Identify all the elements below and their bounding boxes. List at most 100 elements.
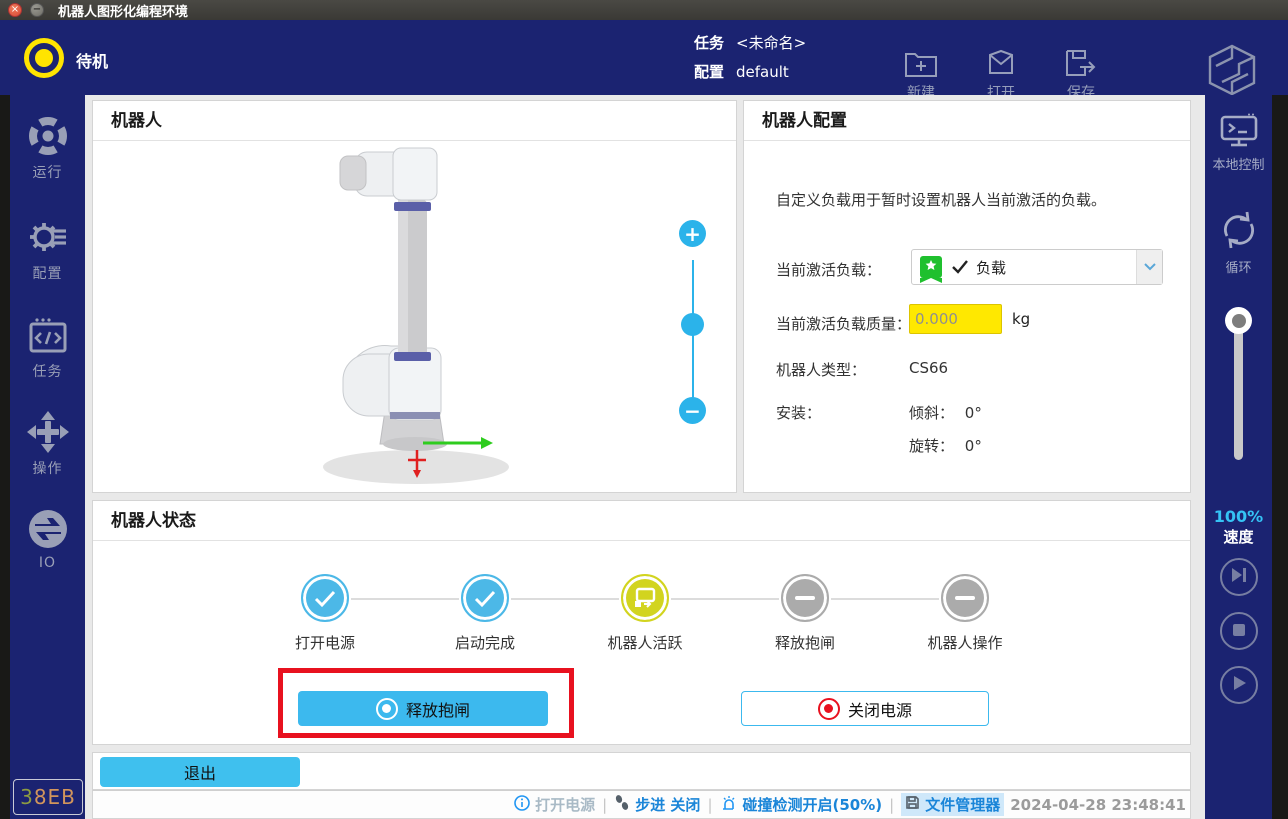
release-brake-button[interactable]: 释放抱闸: [298, 691, 548, 726]
step-forward-button[interactable]: [1220, 558, 1258, 596]
step-minus-icon: [781, 574, 829, 622]
speed-slider-handle[interactable]: [1225, 307, 1252, 334]
step-label: 机器人活跃: [585, 632, 705, 653]
power-status-label: 打开电源: [535, 794, 595, 815]
badge-part2: 8EB: [34, 785, 76, 809]
header-bar: 待机 任务 <未命名> 配置 default 新建: [0, 20, 1288, 95]
sidebar-item-run[interactable]: 运行: [10, 115, 85, 182]
power-off-label: 关闭电源: [848, 697, 912, 721]
play-button[interactable]: [1220, 666, 1258, 704]
loop-label: 循环: [1205, 257, 1272, 276]
active-payload-label: 当前激活负载：: [776, 259, 881, 280]
zoom-out-button[interactable]: −: [679, 397, 706, 424]
loop-cycle-icon: [1205, 208, 1272, 252]
check-icon: [952, 258, 968, 277]
power-off-button[interactable]: 关闭电源: [741, 691, 989, 726]
save-task-button[interactable]: 保存: [1048, 48, 1114, 102]
power-status-item[interactable]: 打开电源: [514, 794, 595, 815]
config-panel-title: 机器人配置: [744, 101, 1190, 141]
step-mode-item[interactable]: 步进 关闭: [614, 794, 700, 815]
open-task-button[interactable]: 打开: [968, 48, 1034, 102]
new-folder-plus-icon: [888, 48, 954, 78]
skip-next-icon: [1230, 567, 1248, 587]
sidebar-config-label: 配置: [10, 263, 85, 283]
file-manager-item[interactable]: 文件管理器: [901, 793, 1004, 816]
config-gear-icon: [10, 216, 85, 258]
config-value: default: [736, 59, 789, 85]
step-label: 启动完成: [425, 632, 545, 653]
disk-icon: [905, 795, 920, 814]
payload-bookmark-icon: [920, 256, 942, 278]
stop-button[interactable]: [1220, 612, 1258, 650]
step-robot-operate: 机器人操作: [905, 574, 1025, 653]
sidebar-item-io[interactable]: IO: [10, 508, 85, 571]
power-off-target-icon: [818, 698, 840, 720]
window-minimize-button[interactable]: −: [30, 3, 44, 17]
info-icon: [514, 795, 530, 815]
stop-icon: [1232, 622, 1246, 641]
collision-detection-item[interactable]: 碰撞检测开启(50%): [720, 794, 883, 815]
task-label: 任务: [694, 30, 724, 56]
step-release-brake: 释放抱闸: [745, 574, 865, 653]
main-content: 机器人: [85, 95, 1205, 819]
status-timestamp: 2024-04-28 23:48:41: [1010, 796, 1186, 814]
payload-mass-input[interactable]: [909, 304, 1002, 334]
brand-cube-logo-icon: [1206, 44, 1258, 100]
collision-label: 碰撞检测开启(50%): [743, 794, 883, 815]
zoom-in-button[interactable]: +: [679, 220, 706, 247]
sidebar-run-label: 运行: [10, 162, 85, 182]
sidebar-item-task[interactable]: 任务: [10, 316, 85, 381]
local-control-button[interactable]: 本地控制: [1205, 113, 1272, 173]
robot-3d-view[interactable]: [93, 142, 736, 492]
move-arrows-icon: [10, 411, 85, 453]
robot-config-panel: 机器人配置 自定义负载用于暂时设置机器人当前激活的负载。 当前激活负载： 负载: [743, 100, 1191, 493]
loop-button[interactable]: 循环: [1205, 208, 1272, 276]
sidebar-item-operate[interactable]: 操作: [10, 411, 85, 478]
step-check-icon: [461, 574, 509, 622]
left-sidebar: 运行 配置: [10, 95, 85, 819]
separator: |: [602, 796, 607, 814]
collision-icon: [720, 795, 738, 815]
sidebar-item-config[interactable]: 配置: [10, 216, 85, 283]
chevron-down-icon: [1136, 250, 1162, 284]
step-label: 释放抱闸: [745, 632, 865, 653]
step-robot-active-icon: [621, 574, 669, 622]
task-config-meta: 任务 <未命名> 配置 default: [694, 30, 806, 88]
release-brake-label: 释放抱闸: [406, 697, 470, 721]
robot-panel-title: 机器人: [93, 101, 736, 141]
robot-status-panel: 机器人状态 打开电源 启动完成: [92, 500, 1191, 745]
standby-status-icon: [24, 38, 64, 78]
sidebar-operate-label: 操作: [10, 458, 85, 478]
tilt-row: 倾斜： 0°: [909, 402, 982, 423]
rotation-value: 0°: [965, 437, 982, 455]
local-control-terminal-icon: [1205, 113, 1272, 149]
step-label: 打开电源: [265, 632, 385, 653]
step-minus-icon: [941, 574, 989, 622]
release-brake-target-icon: [376, 698, 398, 720]
save-floppy-icon: [1048, 48, 1114, 78]
new-task-button[interactable]: 新建: [888, 48, 954, 102]
rotation-label: 旋转：: [909, 437, 954, 455]
speed-label: 速度: [1205, 526, 1272, 547]
window-close-button[interactable]: ×: [8, 3, 22, 17]
exit-button[interactable]: 退出: [100, 757, 300, 787]
open-file-icon: [968, 48, 1034, 78]
window-titlebar: × − 机器人图形化编程环境: [0, 0, 1288, 20]
window-title: 机器人图形化编程环境: [58, 1, 188, 20]
payload-description: 自定义负载用于暂时设置机器人当前激活的负载。: [776, 189, 1106, 210]
status-code-badge: 38EB: [13, 779, 83, 815]
active-payload-dropdown[interactable]: 负载: [911, 249, 1163, 285]
task-value: <未命名>: [736, 30, 806, 56]
sidebar-task-label: 任务: [10, 361, 85, 381]
mount-label: 安装：: [776, 402, 821, 423]
robot-type-value: CS66: [909, 359, 948, 377]
zoom-slider-handle[interactable]: [681, 313, 704, 336]
sidebar-io-label: IO: [10, 555, 85, 571]
payload-mass-unit: kg: [1012, 310, 1030, 328]
robot-3d-panel: 机器人: [92, 100, 737, 493]
step-check-icon: [301, 574, 349, 622]
io-swap-arrows-icon: [10, 508, 85, 550]
file-manager-label: 文件管理器: [925, 794, 1000, 815]
tilt-label: 倾斜：: [909, 404, 954, 422]
speed-slider-track[interactable]: [1234, 320, 1243, 460]
